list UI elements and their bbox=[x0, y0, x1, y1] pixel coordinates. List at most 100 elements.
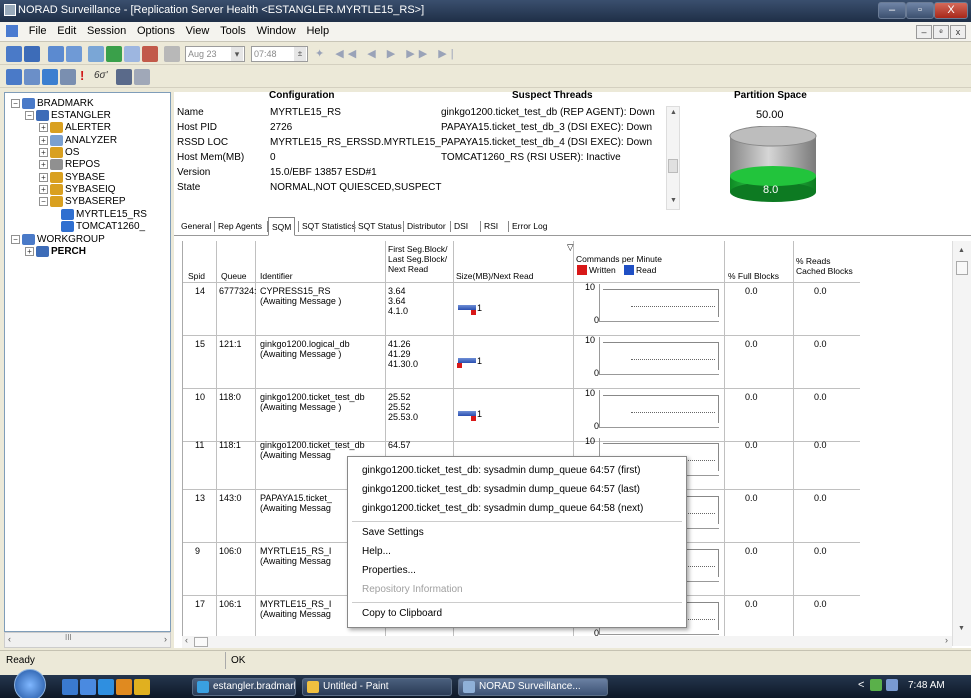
tab-sqt-status[interactable]: SQT Status bbox=[358, 220, 402, 232]
tab-sqt-statistics[interactable]: SQT Statistics bbox=[302, 220, 356, 232]
tree-item-sybaseiq[interactable]: + SYBASEIQ bbox=[39, 184, 116, 196]
alert-icon[interactable]: ! bbox=[80, 68, 84, 83]
scroll-right-icon[interactable]: › bbox=[164, 634, 167, 644]
tree-horizontal-scrollbar[interactable]: ‹ III › bbox=[4, 632, 171, 648]
filter-icon[interactable] bbox=[60, 69, 76, 85]
expand-icon[interactable]: + bbox=[39, 136, 48, 145]
tree-item-sybaserep[interactable]: − SYBASEREP bbox=[39, 196, 126, 208]
quicklaunch-desktop-icon[interactable] bbox=[62, 679, 78, 695]
scroll-thumb[interactable] bbox=[956, 261, 968, 275]
playback-controls[interactable]: ✦ ◀◀ ◀ ▶ ▶▶ ▶| bbox=[315, 47, 458, 60]
layout-icon[interactable] bbox=[116, 69, 132, 85]
menu-save-settings[interactable]: Save Settings bbox=[362, 527, 424, 539]
mdi-minimize-button[interactable]: – bbox=[916, 25, 932, 39]
tab-rep-agents[interactable]: Rep Agents bbox=[218, 220, 262, 232]
expand-icon[interactable]: + bbox=[39, 148, 48, 157]
quicklaunch-folder-icon[interactable] bbox=[134, 679, 150, 695]
grid-horizontal-scrollbar[interactable]: ‹ › bbox=[182, 635, 952, 648]
minimize-button[interactable]: – bbox=[878, 2, 906, 19]
tree-item-perch[interactable]: + PERCH bbox=[25, 246, 86, 258]
app-menu-icon[interactable] bbox=[6, 25, 18, 38]
tree-item-sybase[interactable]: + SYBASE bbox=[39, 172, 105, 184]
menu-dump-queue-last[interactable]: ginkgo1200.ticket_test_db: sysadmin dump… bbox=[362, 484, 640, 496]
history-icon[interactable] bbox=[124, 46, 140, 62]
mdi-close-button[interactable]: x bbox=[950, 25, 966, 39]
scroll-thumb[interactable] bbox=[194, 637, 208, 647]
task-paint[interactable]: Untitled - Paint bbox=[302, 678, 452, 696]
scroll-left-icon[interactable]: ‹ bbox=[185, 635, 188, 645]
expand-icon[interactable]: + bbox=[39, 185, 48, 194]
tray-expand-icon[interactable]: < bbox=[858, 679, 864, 691]
page-icon[interactable] bbox=[134, 69, 150, 85]
quicklaunch-switch-icon[interactable] bbox=[80, 679, 96, 695]
scroll-thumb[interactable] bbox=[668, 159, 678, 173]
grid-vertical-scrollbar[interactable]: ▲ ▼ bbox=[952, 241, 971, 646]
stop-icon[interactable] bbox=[142, 46, 158, 62]
refresh-icon[interactable] bbox=[106, 46, 122, 62]
chevron-down-icon[interactable]: ▾ bbox=[231, 47, 243, 61]
menu-window[interactable]: Window bbox=[253, 22, 300, 41]
tray-volume-icon[interactable] bbox=[886, 679, 898, 691]
task-norad[interactable]: NORAD Surveillance... bbox=[458, 678, 608, 696]
expand-icon[interactable]: + bbox=[39, 160, 48, 169]
suspect-scrollbar[interactable]: ▲ ▼ bbox=[666, 106, 680, 210]
menu-view[interactable]: View bbox=[182, 22, 214, 41]
tree-item-estangler[interactable]: − ESTANGLER bbox=[25, 110, 111, 122]
sql-icon[interactable]: 6σ' bbox=[94, 70, 108, 81]
tab-rsi[interactable]: RSI bbox=[484, 220, 498, 232]
tab-sqm[interactable]: SQM bbox=[268, 217, 296, 236]
collapse-icon[interactable]: − bbox=[39, 197, 48, 206]
maximize-button[interactable]: ▫ bbox=[906, 2, 934, 19]
menu-properties[interactable]: Properties... bbox=[362, 565, 416, 577]
tab-distributor[interactable]: Distributor bbox=[407, 220, 446, 232]
collapse-icon[interactable]: − bbox=[11, 99, 20, 108]
menu-help[interactable]: Help bbox=[302, 22, 333, 41]
tree-item-tomcat1260[interactable]: TOMCAT1260_ bbox=[61, 221, 145, 233]
scroll-up-icon[interactable]: ▲ bbox=[670, 109, 677, 116]
users-icon[interactable] bbox=[24, 69, 40, 85]
report-icon[interactable] bbox=[66, 46, 82, 62]
scroll-right-icon[interactable]: › bbox=[945, 635, 948, 645]
menu-options[interactable]: Options bbox=[133, 22, 179, 41]
connect-icon[interactable] bbox=[6, 46, 22, 62]
time-picker[interactable]: 07:48 ± bbox=[251, 46, 308, 62]
menu-dump-queue-next[interactable]: ginkgo1200.ticket_test_db: sysadmin dump… bbox=[362, 503, 643, 515]
tree-item-myrtle15-rs[interactable]: MYRTLE15_RS bbox=[61, 209, 147, 222]
expand-icon[interactable]: + bbox=[39, 123, 48, 132]
scroll-thumb[interactable]: III bbox=[65, 633, 72, 642]
tab-general[interactable]: General bbox=[181, 220, 211, 232]
menu-edit[interactable]: Edit bbox=[53, 22, 80, 41]
menu-tools[interactable]: Tools bbox=[216, 22, 250, 41]
close-button[interactable]: X bbox=[934, 2, 968, 19]
mdi-restore-button[interactable]: ᵉ bbox=[933, 25, 949, 39]
tray-network-icon[interactable] bbox=[870, 679, 882, 691]
tree-icon[interactable] bbox=[88, 46, 104, 62]
date-picker[interactable]: Aug 23 ▾ bbox=[185, 46, 245, 62]
quicklaunch-ie-icon[interactable] bbox=[98, 679, 114, 695]
task-estangler[interactable]: estangler.bradmark.... bbox=[192, 678, 296, 696]
tree-item-workgroup[interactable]: − WORKGROUP bbox=[11, 234, 105, 246]
menu-copy-to-clipboard[interactable]: Copy to Clipboard bbox=[362, 608, 442, 620]
tab-error-log[interactable]: Error Log bbox=[512, 220, 547, 232]
start-button[interactable] bbox=[14, 669, 46, 698]
scroll-down-icon[interactable]: ▼ bbox=[958, 625, 965, 632]
tree-item-analyzer[interactable]: + ANALYZER bbox=[39, 135, 117, 147]
tree-item-os[interactable]: + OS bbox=[39, 147, 79, 159]
print-icon[interactable] bbox=[164, 46, 180, 62]
expand-icon[interactable]: + bbox=[39, 173, 48, 182]
tree-item-bradmark[interactable]: − BRADMARK bbox=[11, 98, 94, 110]
tree-item-alerter[interactable]: + ALERTER bbox=[39, 122, 111, 134]
menu-file[interactable]: File bbox=[25, 22, 51, 41]
expand-icon[interactable]: + bbox=[25, 247, 34, 256]
menu-help[interactable]: Help... bbox=[362, 546, 391, 558]
scroll-down-icon[interactable]: ▼ bbox=[670, 197, 677, 204]
scroll-left-icon[interactable]: ‹ bbox=[8, 634, 11, 644]
sort-icon[interactable]: ▽ bbox=[567, 243, 574, 252]
menu-session[interactable]: Session bbox=[83, 22, 130, 41]
collapse-icon[interactable]: − bbox=[25, 111, 34, 120]
quicklaunch-firefox-icon[interactable] bbox=[116, 679, 132, 695]
scroll-up-icon[interactable]: ▲ bbox=[958, 247, 965, 254]
disconnect-icon[interactable] bbox=[24, 46, 40, 62]
globe-icon[interactable] bbox=[42, 69, 58, 85]
menu-dump-queue-first[interactable]: ginkgo1200.ticket_test_db: sysadmin dump… bbox=[362, 465, 641, 477]
